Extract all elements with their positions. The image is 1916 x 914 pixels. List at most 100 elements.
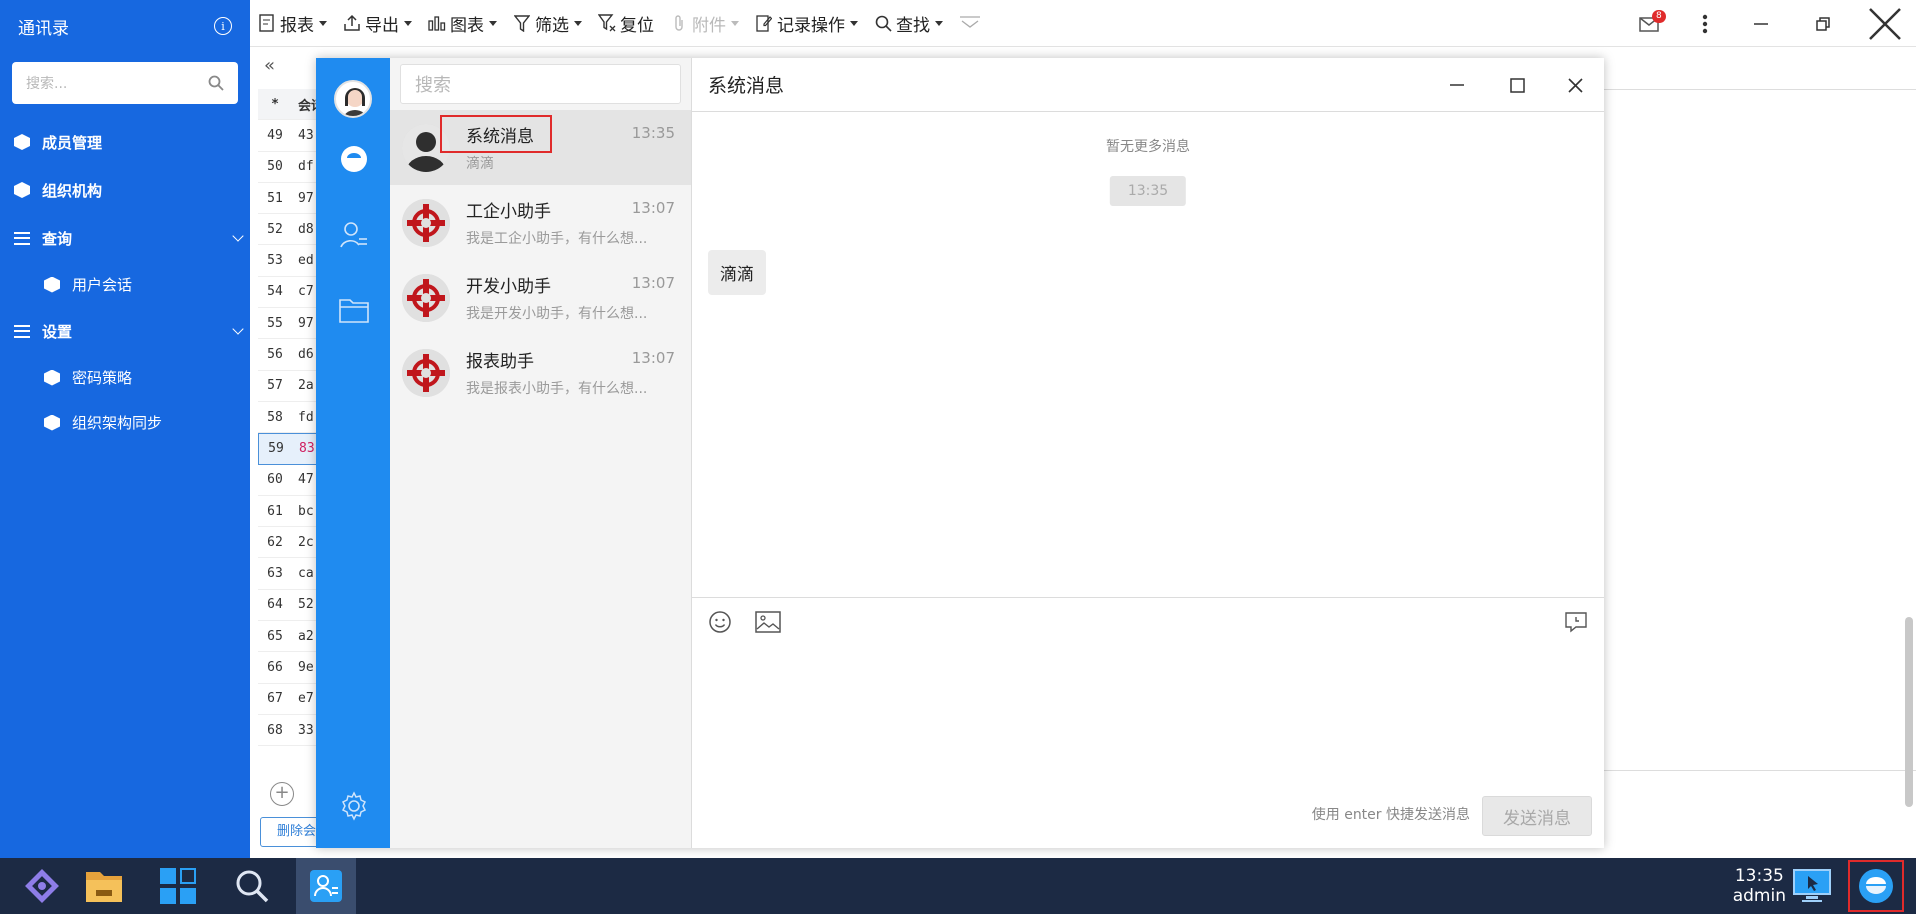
collapse-panel-button[interactable]: « — [264, 55, 275, 76]
row-session-id[interactable]: c7 — [292, 284, 314, 299]
sidebar-item-user-sessions[interactable]: 用户会话 — [0, 262, 250, 307]
row-number: 56 — [267, 347, 283, 363]
row-session-id[interactable]: ed — [292, 253, 314, 268]
row-session-id[interactable]: fd — [292, 410, 314, 425]
table-row[interactable]: 62 2c — [258, 527, 318, 559]
folder-icon[interactable] — [338, 294, 370, 326]
row-session-id[interactable]: 52 — [292, 597, 314, 612]
tray-chat-icon[interactable] — [1848, 860, 1904, 912]
table-row[interactable]: 55 97 — [258, 308, 318, 340]
table-row[interactable]: 60 47 — [258, 465, 318, 496]
remote-desktop-icon[interactable] — [1782, 858, 1842, 914]
row-session-id[interactable]: e7 — [292, 691, 314, 706]
start-menu-icon[interactable] — [12, 858, 72, 914]
table-row[interactable]: 52 d8 — [258, 214, 318, 246]
mail-button[interactable]: 8 — [1618, 0, 1680, 47]
sidebar-item-settings[interactable]: 设置 — [0, 307, 250, 355]
chat-close-button[interactable] — [1550, 58, 1600, 112]
sidebar-item-organization[interactable]: 组织机构 — [0, 166, 250, 214]
table-row[interactable]: 53 ed — [258, 245, 318, 277]
chat-maximize-button[interactable] — [1492, 58, 1542, 112]
table-row[interactable]: 49 43 — [258, 120, 318, 152]
row-session-id[interactable]: a2 — [292, 629, 314, 644]
more-menu-button[interactable] — [1680, 0, 1730, 47]
row-session-id[interactable]: 33 — [292, 723, 314, 738]
sidebar-item-password-policy[interactable]: 密码策略 — [0, 355, 250, 400]
contacts-app-icon[interactable] — [296, 858, 356, 914]
row-session-id[interactable]: 47 — [292, 472, 314, 487]
row-session-id[interactable]: 97 — [292, 316, 314, 331]
conversation-time: 13:35 — [631, 124, 675, 142]
sidebar-item-members[interactable]: 成员管理 — [0, 118, 250, 166]
image-icon[interactable] — [754, 608, 782, 636]
table-row[interactable]: 56 d6 — [258, 339, 318, 371]
minimize-button[interactable] — [1730, 0, 1792, 47]
row-session-id[interactable]: 9e — [292, 660, 314, 675]
emoji-icon[interactable] — [706, 608, 734, 636]
chat-bubble-icon[interactable] — [338, 144, 370, 176]
dashboard-app-icon[interactable] — [148, 858, 208, 914]
row-session-id[interactable]: 97 — [292, 191, 314, 206]
history-icon[interactable] — [1562, 608, 1590, 636]
row-session-id[interactable]: 2a — [292, 378, 314, 393]
filter-button[interactable]: 筛选 — [505, 0, 590, 47]
table-row[interactable]: 61 bc — [258, 496, 318, 528]
grid-scrollbar[interactable] — [1902, 97, 1916, 817]
chart-button[interactable]: 图表 — [420, 0, 505, 47]
conversation-item-system[interactable]: 系统消息 滴滴 13:35 — [390, 110, 691, 185]
close-button[interactable] — [1854, 0, 1916, 47]
table-row[interactable]: 57 2a — [258, 371, 318, 402]
restore-button[interactable] — [1792, 0, 1854, 47]
table-row[interactable]: 59 83 — [258, 433, 318, 465]
collapse-toolbar-button[interactable] — [951, 0, 989, 47]
row-session-id[interactable]: 2c — [292, 535, 314, 550]
sidebar-search-input[interactable]: 搜索... — [12, 62, 238, 104]
reset-button[interactable]: 复位 — [590, 0, 662, 47]
export-button[interactable]: 导出 — [335, 0, 420, 47]
sidebar-item-org-sync[interactable]: 组织架构同步 — [0, 400, 250, 445]
attachment-button[interactable]: 附件 — [662, 0, 747, 47]
search-taskbar-icon[interactable] — [222, 858, 282, 914]
table-row[interactable]: 51 97 — [258, 183, 318, 215]
chat-minimize-button[interactable] — [1432, 58, 1482, 112]
row-session-id[interactable]: 83 — [293, 441, 315, 456]
table-row[interactable]: 54 c7 — [258, 277, 318, 309]
table-row[interactable]: 66 9e — [258, 652, 318, 684]
search-icon[interactable] — [208, 75, 224, 91]
row-session-id[interactable]: ca — [292, 566, 314, 581]
chat-search-input[interactable]: 搜索 — [400, 64, 681, 104]
file-manager-icon[interactable] — [74, 858, 134, 914]
conversation-item-report-assistant[interactable]: 报表助手 我是报表小助手，有什么想... 13:07 — [390, 335, 691, 410]
sidebar-item-query[interactable]: 查询 — [0, 214, 250, 262]
table-row[interactable]: 68 33 — [258, 715, 318, 747]
send-button[interactable]: 发送消息 — [1482, 796, 1592, 836]
record-ops-button[interactable]: 记录操作 — [747, 0, 866, 47]
row-session-id[interactable]: bc — [292, 504, 314, 519]
chat-header: 系统消息 — [692, 58, 1604, 112]
table-row[interactable]: 50 df — [258, 152, 318, 183]
message-input-area[interactable]: 使用 enter 快捷发送消息 发送消息 — [692, 598, 1604, 848]
info-icon[interactable]: i — [214, 17, 232, 35]
minimize-icon — [1450, 84, 1464, 86]
row-session-id[interactable]: 43 — [292, 128, 314, 143]
add-row-button[interactable]: + — [270, 782, 294, 806]
row-session-id[interactable]: d8 — [292, 222, 314, 237]
table-row[interactable]: 67 e7 — [258, 684, 318, 715]
row-session-id[interactable]: df — [292, 159, 314, 174]
table-row[interactable]: 64 52 — [258, 590, 318, 622]
table-row[interactable]: 63 ca — [258, 558, 318, 590]
report-button[interactable]: 报表 — [250, 0, 335, 47]
scrollbar-thumb[interactable] — [1905, 617, 1913, 807]
table-row[interactable]: 65 a2 — [258, 621, 318, 653]
table-row[interactable]: 58 fd — [258, 402, 318, 434]
conversation-item-dev-assistant[interactable]: 开发小助手 我是开发小助手，有什么想... 13:07 — [390, 260, 691, 335]
conversation-item-enterprise-assistant[interactable]: 工企小助手 我是工企小助手，有什么想... 13:07 — [390, 185, 691, 260]
user-avatar[interactable] — [334, 80, 372, 118]
settings-gear-icon[interactable] — [338, 790, 370, 822]
chat-search-placeholder: 搜索 — [415, 75, 451, 96]
contacts-icon[interactable] — [338, 218, 370, 250]
grid-header-col[interactable]: 会话 — [292, 95, 316, 114]
system-clock[interactable]: 13:35 admin — [1733, 866, 1786, 906]
row-session-id[interactable]: d6 — [292, 347, 314, 362]
find-button[interactable]: 查找 — [866, 0, 951, 47]
